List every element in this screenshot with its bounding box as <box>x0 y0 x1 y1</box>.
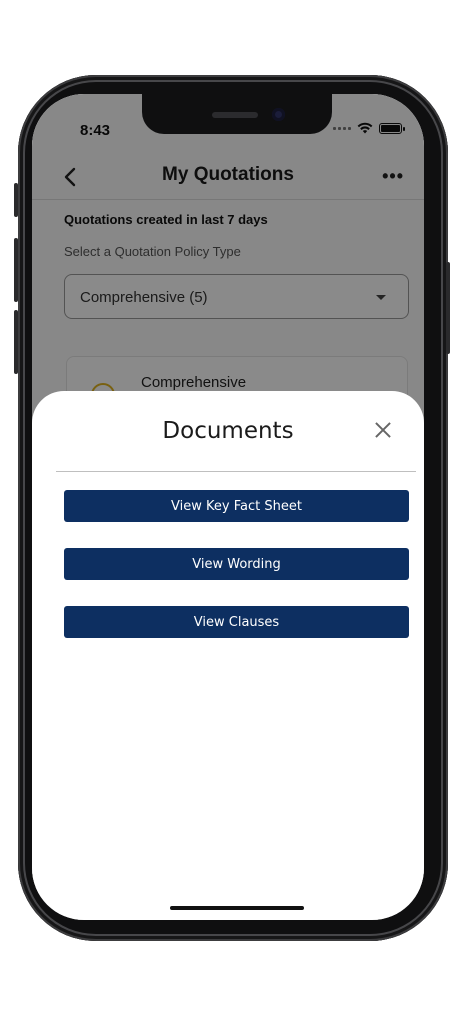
view-clauses-button[interactable]: View Clauses <box>64 606 409 638</box>
power-button <box>446 262 450 354</box>
view-wording-button[interactable]: View Wording <box>64 548 409 580</box>
speaker-grille <box>212 112 258 118</box>
documents-bottom-sheet: Documents View Key Fact Sheet View Wordi… <box>32 391 424 920</box>
phone-screen: 8:43 My Quotations ••• Quotations create… <box>32 94 424 920</box>
view-key-fact-sheet-button[interactable]: View Key Fact Sheet <box>64 490 409 522</box>
mute-switch <box>14 183 18 217</box>
sheet-divider <box>56 471 416 472</box>
sheet-title: Documents <box>162 418 294 444</box>
notch <box>142 94 332 134</box>
close-icon[interactable] <box>374 421 392 439</box>
home-indicator[interactable] <box>170 906 304 910</box>
volume-up-button <box>14 238 18 302</box>
front-camera <box>272 108 285 121</box>
volume-down-button <box>14 310 18 374</box>
